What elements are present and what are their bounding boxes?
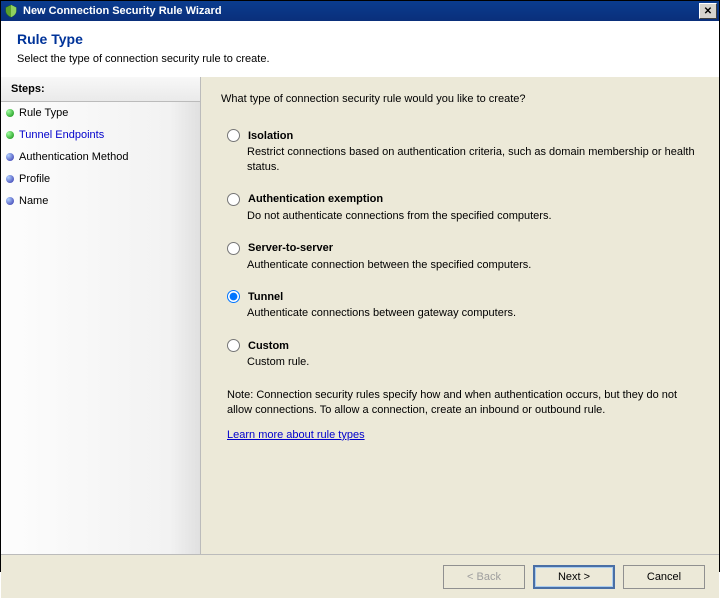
option-authexemption: Authentication exemption Do not authentic… bbox=[227, 193, 699, 224]
sidebar-item-label: Name bbox=[19, 195, 48, 207]
step-bullet-icon bbox=[6, 175, 14, 183]
sidebar-item-label: Profile bbox=[19, 173, 50, 185]
option-isolation: Isolation Restrict connections based on a… bbox=[227, 129, 699, 175]
radio-custom[interactable] bbox=[227, 339, 240, 352]
option-desc: Do not authenticate connections from the… bbox=[247, 209, 699, 224]
app-icon bbox=[3, 3, 19, 19]
option-row[interactable]: Custom bbox=[227, 339, 699, 352]
option-desc: Restrict connections based on authentica… bbox=[247, 145, 699, 175]
option-row[interactable]: Isolation bbox=[227, 129, 699, 142]
sidebar-header: Steps: bbox=[1, 77, 200, 102]
learn-more-link[interactable]: Learn more about rule types bbox=[227, 429, 365, 441]
sidebar-item-tunnel-endpoints[interactable]: Tunnel Endpoints bbox=[1, 124, 200, 146]
radio-isolation[interactable] bbox=[227, 129, 240, 142]
option-row[interactable]: Server-to-server bbox=[227, 242, 699, 255]
option-label: Custom bbox=[248, 340, 289, 352]
back-button: < Back bbox=[443, 565, 525, 589]
option-row[interactable]: Authentication exemption bbox=[227, 193, 699, 206]
option-desc: Authenticate connections between gateway… bbox=[247, 306, 699, 321]
sidebar-item-label: Rule Type bbox=[19, 107, 68, 119]
option-tunnel: Tunnel Authenticate connections between g… bbox=[227, 290, 699, 321]
sidebar-item-rule-type: Rule Type bbox=[1, 102, 200, 124]
page-title: Rule Type bbox=[17, 31, 703, 47]
option-custom: Custom Custom rule. bbox=[227, 339, 699, 370]
step-bullet-icon bbox=[6, 109, 14, 117]
button-bar: < Back Next > Cancel bbox=[1, 554, 719, 598]
page-subtitle: Select the type of connection security r… bbox=[17, 53, 703, 65]
sidebar-item-authentication-method: Authentication Method bbox=[1, 146, 200, 168]
option-servertoserver: Server-to-server Authenticate connection … bbox=[227, 242, 699, 273]
wizard-header: Rule Type Select the type of connection … bbox=[1, 21, 719, 77]
sidebar-item-profile: Profile bbox=[1, 168, 200, 190]
radio-servertoserver[interactable] bbox=[227, 242, 240, 255]
option-desc: Custom rule. bbox=[247, 355, 699, 370]
next-button[interactable]: Next > bbox=[533, 565, 615, 589]
sidebar-item-label: Tunnel Endpoints bbox=[19, 129, 104, 141]
close-icon: ✕ bbox=[704, 6, 712, 17]
step-bullet-icon bbox=[6, 131, 14, 139]
sidebar-item-label: Authentication Method bbox=[19, 151, 128, 163]
step-bullet-icon bbox=[6, 197, 14, 205]
option-desc: Authenticate connection between the spec… bbox=[247, 258, 699, 273]
steps-sidebar: Steps: Rule Type Tunnel Endpoints Authenti… bbox=[1, 77, 201, 554]
note-text: Note: Connection security rules specify … bbox=[227, 388, 699, 419]
option-row[interactable]: Tunnel bbox=[227, 290, 699, 303]
step-bullet-icon bbox=[6, 153, 14, 161]
option-label: Tunnel bbox=[248, 291, 283, 303]
option-label: Authentication exemption bbox=[248, 193, 383, 205]
options-group: Isolation Restrict connections based on a… bbox=[227, 129, 699, 370]
cancel-button[interactable]: Cancel bbox=[623, 565, 705, 589]
wizard-window: New Connection Security Rule Wizard ✕ Ru… bbox=[0, 0, 720, 572]
radio-tunnel[interactable] bbox=[227, 290, 240, 303]
titlebar: New Connection Security Rule Wizard ✕ bbox=[1, 1, 719, 21]
option-label: Isolation bbox=[248, 130, 293, 142]
radio-authexemption[interactable] bbox=[227, 193, 240, 206]
close-button[interactable]: ✕ bbox=[699, 3, 717, 19]
question-label: What type of connection security rule wo… bbox=[221, 93, 699, 105]
window-title: New Connection Security Rule Wizard bbox=[23, 5, 699, 17]
sidebar-item-name: Name bbox=[1, 190, 200, 212]
main-panel: What type of connection security rule wo… bbox=[201, 77, 719, 554]
option-label: Server-to-server bbox=[248, 242, 333, 254]
content-area: Steps: Rule Type Tunnel Endpoints Authenti… bbox=[1, 77, 719, 554]
